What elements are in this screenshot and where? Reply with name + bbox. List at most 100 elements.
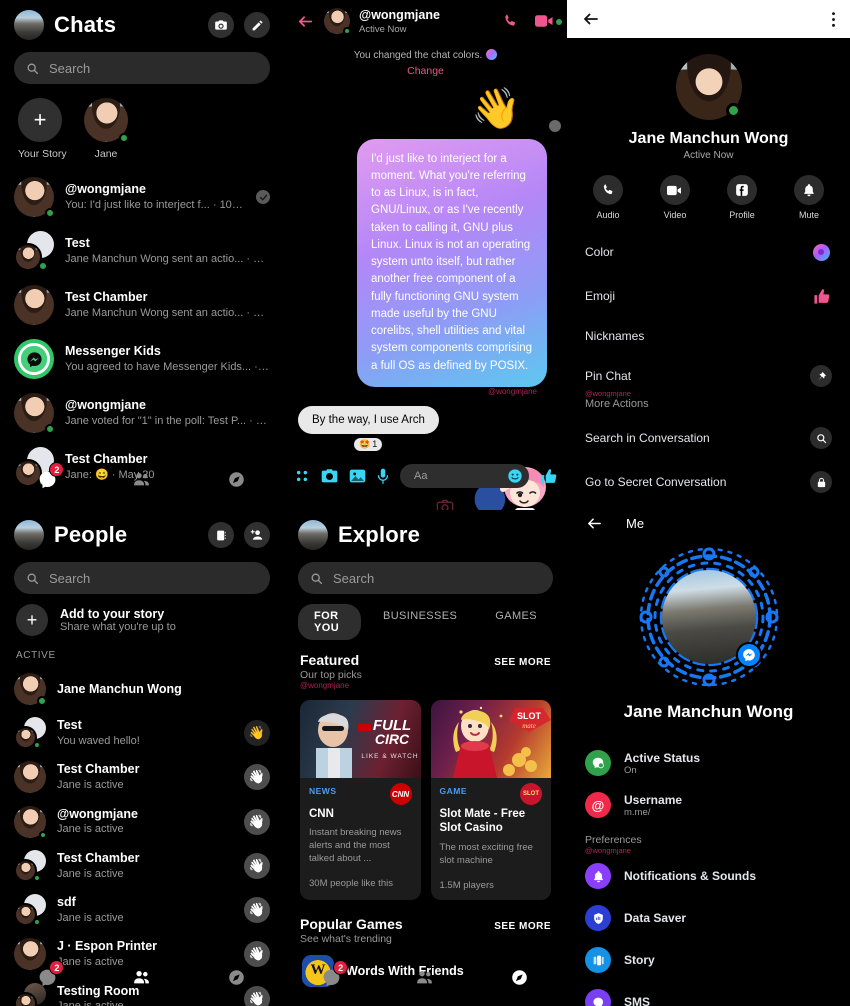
outgoing-message-bubble[interactable]: I'd just like to interject for a moment.… <box>357 138 547 387</box>
tab-businesses[interactable]: BUSINESSES <box>367 604 473 640</box>
avatar[interactable] <box>298 520 328 550</box>
search-placeholder: Search <box>49 60 91 76</box>
avatar[interactable] <box>675 54 742 120</box>
message-reaction[interactable]: 🤩 1 <box>352 435 385 453</box>
table-row[interactable]: @wongmjane You: I'd just like to interje… <box>0 170 284 224</box>
table-row[interactable]: Test Chamber Jane Manchun Wong sent an a… <box>0 278 284 332</box>
overflow-menu-icon[interactable] <box>831 11 836 28</box>
add-person-icon[interactable] <box>244 522 270 548</box>
nav-chats[interactable]: 2 <box>24 960 70 990</box>
card-cnn[interactable]: FULL CIRC LIKE & WATCH NEWS CNN CNN Inst… <box>300 700 421 900</box>
story-your-story[interactable]: + Your Story <box>18 98 67 160</box>
option-secret-conversation[interactable]: Go to Secret Conversation <box>567 460 850 504</box>
conversation-screen: @wongmjane Active Now You changed the ch… <box>284 0 567 510</box>
quick-action-profile[interactable]: Profile <box>720 175 764 220</box>
person-status: Jane is active <box>57 779 124 792</box>
list-item[interactable]: Test Chamber Jane is active 👋 <box>0 844 284 888</box>
quick-action-mute[interactable]: Mute <box>787 175 831 220</box>
chat-preview: You agreed to have Messenger Kids... <box>65 360 252 373</box>
video-camera-icon[interactable] <box>535 14 562 28</box>
contacts-icon[interactable] <box>208 522 234 548</box>
wave-button[interactable]: 👋 <box>244 852 270 879</box>
option-emoji[interactable]: Emoji <box>567 274 850 318</box>
story-label: Your Story <box>18 148 67 160</box>
back-arrow-icon[interactable] <box>585 515 604 532</box>
table-row[interactable]: Messenger Kids You agreed to have Messen… <box>0 332 284 386</box>
setting-data-saver[interactable]: Data Saver <box>567 897 850 939</box>
nav-chats[interactable]: 2 <box>24 462 70 492</box>
setting-username[interactable]: @ Username m.me/ <box>567 784 850 826</box>
option-search-in-conversation[interactable]: Search in Conversation <box>567 416 850 460</box>
back-arrow-icon[interactable] <box>296 13 315 30</box>
column-middle: @wongmjane Active Now You changed the ch… <box>284 0 567 1006</box>
apps-grid-icon[interactable] <box>294 468 310 484</box>
wave-button[interactable]: 👋 <box>244 720 270 747</box>
nav-people[interactable] <box>402 964 448 990</box>
gallery-icon[interactable] <box>349 468 366 484</box>
card-kicker: NEWS <box>309 786 337 796</box>
nav-chats[interactable]: 2 <box>308 960 354 990</box>
compose-icon[interactable] <box>244 12 270 38</box>
setting-active-status[interactable]: Active Status On <box>567 742 850 784</box>
conversation-title: @wongmjane <box>359 8 440 22</box>
column-left: Chats Search + Your Story Jane @wongmjan… <box>0 0 284 1006</box>
setting-sms[interactable]: SMS <box>567 981 850 1006</box>
nav-explore[interactable] <box>214 466 260 492</box>
list-item[interactable]: sdf Jane is active 👋 <box>0 888 284 932</box>
nav-people[interactable] <box>119 964 165 990</box>
table-row[interactable]: Test Jane Manchun Wong sent an actio... … <box>0 224 284 278</box>
back-arrow-icon[interactable] <box>581 10 601 28</box>
avatar[interactable] <box>14 520 44 550</box>
tab-games[interactable]: GAMES <box>479 604 553 640</box>
option-color[interactable]: Color <box>567 230 850 274</box>
phone-icon <box>593 175 623 205</box>
avatar[interactable] <box>14 10 44 40</box>
tab-for-you[interactable]: FOR YOU <box>298 604 361 640</box>
microphone-icon[interactable] <box>377 468 389 485</box>
nav-people[interactable] <box>119 466 165 492</box>
camera-icon[interactable] <box>208 12 234 38</box>
explore-tabs: FOR YOU BUSINESSES GAMES <box>284 594 567 640</box>
camera-icon[interactable] <box>321 468 338 484</box>
wave-button[interactable]: 👋 <box>244 764 270 791</box>
profile-header: Jane Manchun Wong Active Now <box>567 38 850 161</box>
avatar[interactable] <box>324 8 351 36</box>
quick-action-audio[interactable]: Audio <box>586 175 630 220</box>
wave-button[interactable]: 👋 <box>244 897 270 924</box>
add-to-story-button[interactable]: + Add to your story Share what you're up… <box>0 594 284 646</box>
option-pin-chat[interactable]: Pin Chat <box>567 354 850 389</box>
incoming-message-bubble[interactable]: By the way, I use Arch <box>298 405 439 434</box>
story-jane[interactable]: Jane <box>82 98 130 160</box>
list-item[interactable]: Jane Manchun Wong <box>0 667 284 711</box>
card-slot-mate[interactable]: SLOT mate GAME SLOT Slot Mate - Free Slo… <box>430 700 551 900</box>
table-row[interactable]: @wongmjane Jane voted for "1" in the pol… <box>0 386 284 440</box>
list-item[interactable]: Test You waved hello! 👋 <box>0 711 284 755</box>
search-input[interactable]: Search <box>14 562 270 594</box>
chat-preview: Jane voted for "1" in the poll: Test P..… <box>65 414 247 427</box>
lock-icon <box>810 471 832 493</box>
see-more-button[interactable]: SEE MORE <box>494 921 551 932</box>
avatar <box>84 98 129 143</box>
nav-explore[interactable] <box>214 964 260 990</box>
more-actions-label[interactable]: More Actions <box>567 398 850 416</box>
list-item[interactable]: @wongmjane Jane is active 👋 <box>0 800 284 844</box>
emoji-smiley-icon[interactable] <box>507 468 523 484</box>
messenger-code[interactable] <box>634 542 784 692</box>
thumbs-up-icon[interactable] <box>540 468 557 485</box>
search-icon <box>27 573 39 584</box>
option-label: Pin Chat <box>585 369 632 383</box>
see-more-button[interactable]: SEE MORE <box>494 657 551 668</box>
option-nicknames[interactable]: Nicknames <box>567 318 850 354</box>
list-item[interactable]: Test Chamber Jane is active 👋 <box>0 755 284 799</box>
wave-button[interactable]: 👋 <box>244 808 270 835</box>
setting-notifications[interactable]: Notifications & Sounds <box>567 855 850 897</box>
search-input[interactable]: Search <box>298 562 553 594</box>
change-color-link[interactable]: Change <box>284 61 567 77</box>
search-input[interactable]: Search <box>14 52 270 84</box>
section-subtitle: See what's trending <box>300 932 392 945</box>
quick-action-video[interactable]: Video <box>653 175 697 220</box>
nav-explore[interactable] <box>497 964 543 990</box>
message-input[interactable]: Aa <box>400 464 529 488</box>
phone-icon[interactable] <box>502 13 518 29</box>
setting-story[interactable]: Story <box>567 939 850 981</box>
